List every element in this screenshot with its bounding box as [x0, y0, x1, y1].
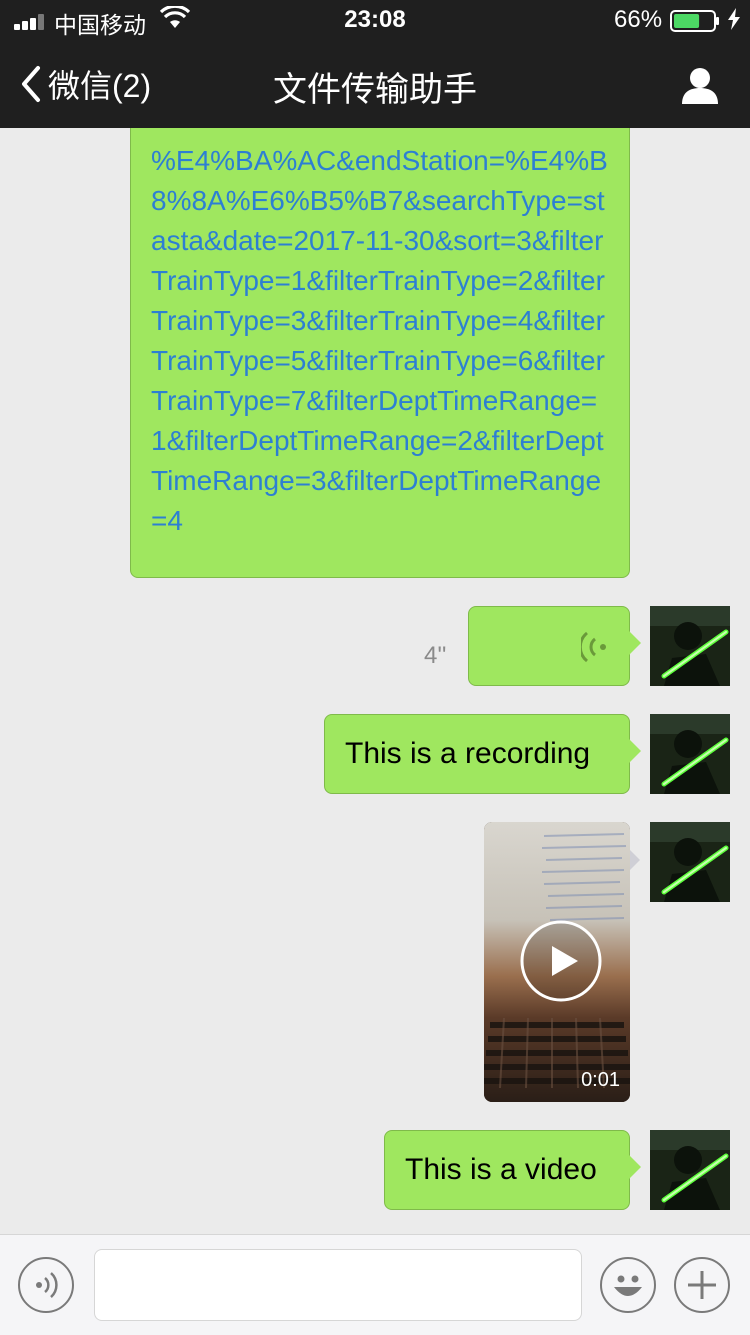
charging-icon	[728, 8, 740, 30]
voice-message-bubble[interactable]	[468, 606, 641, 686]
voice-icon	[36, 1272, 58, 1298]
video-message[interactable]: 0:01	[484, 822, 630, 1102]
link-message-text[interactable]: %E4%BA%AC&endStation=%E4%B8%8A%E6%B5%B7&…	[151, 141, 611, 541]
avatar-image	[650, 1130, 730, 1210]
recording-message-bubble[interactable]: This is a recording	[324, 714, 641, 794]
page-title: 文件传输助手	[273, 71, 477, 109]
emoji-button[interactable]	[600, 1257, 656, 1313]
avatar[interactable]	[650, 714, 730, 794]
profile-icon[interactable]	[680, 66, 720, 106]
video-duration: 0:01	[581, 1069, 620, 1091]
avatar-image	[650, 822, 730, 902]
voice-input-button[interactable]	[18, 1257, 74, 1313]
play-icon[interactable]	[520, 920, 602, 1002]
avatar-image	[650, 606, 730, 686]
smiley-icon	[614, 1275, 642, 1296]
input-bar	[0, 1234, 750, 1335]
more-button[interactable]	[674, 1257, 730, 1313]
plus-icon	[688, 1271, 716, 1299]
avatar[interactable]	[650, 1130, 730, 1210]
voice-wave-icon	[581, 631, 606, 663]
voice-duration: 4''	[424, 642, 447, 669]
battery-percent: 66%	[614, 6, 663, 33]
header: 中国移动 23:08 66% 微信(2) 文件传输助手	[0, 0, 750, 128]
recording-message-text: This is a recording	[345, 737, 591, 770]
chat-area[interactable]: %E4%BA%AC&endStation=%E4%B8%8A%E6%B5%B7&…	[0, 0, 750, 1234]
battery-icon	[670, 10, 719, 32]
avatar-image	[650, 714, 730, 794]
avatar[interactable]	[650, 606, 730, 686]
video-caption-message-bubble[interactable]: This is a video	[384, 1130, 641, 1210]
video-caption-message-text: This is a video	[405, 1153, 597, 1186]
status-bar: 中国移动 23:08 66%	[0, 0, 750, 40]
avatar[interactable]	[650, 822, 730, 902]
link-message-bubble[interactable]: %E4%BA%AC&endStation=%E4%B8%8A%E6%B5%B7&…	[130, 100, 630, 578]
video-bubble-arrow	[630, 850, 640, 870]
message-input[interactable]	[94, 1249, 582, 1321]
